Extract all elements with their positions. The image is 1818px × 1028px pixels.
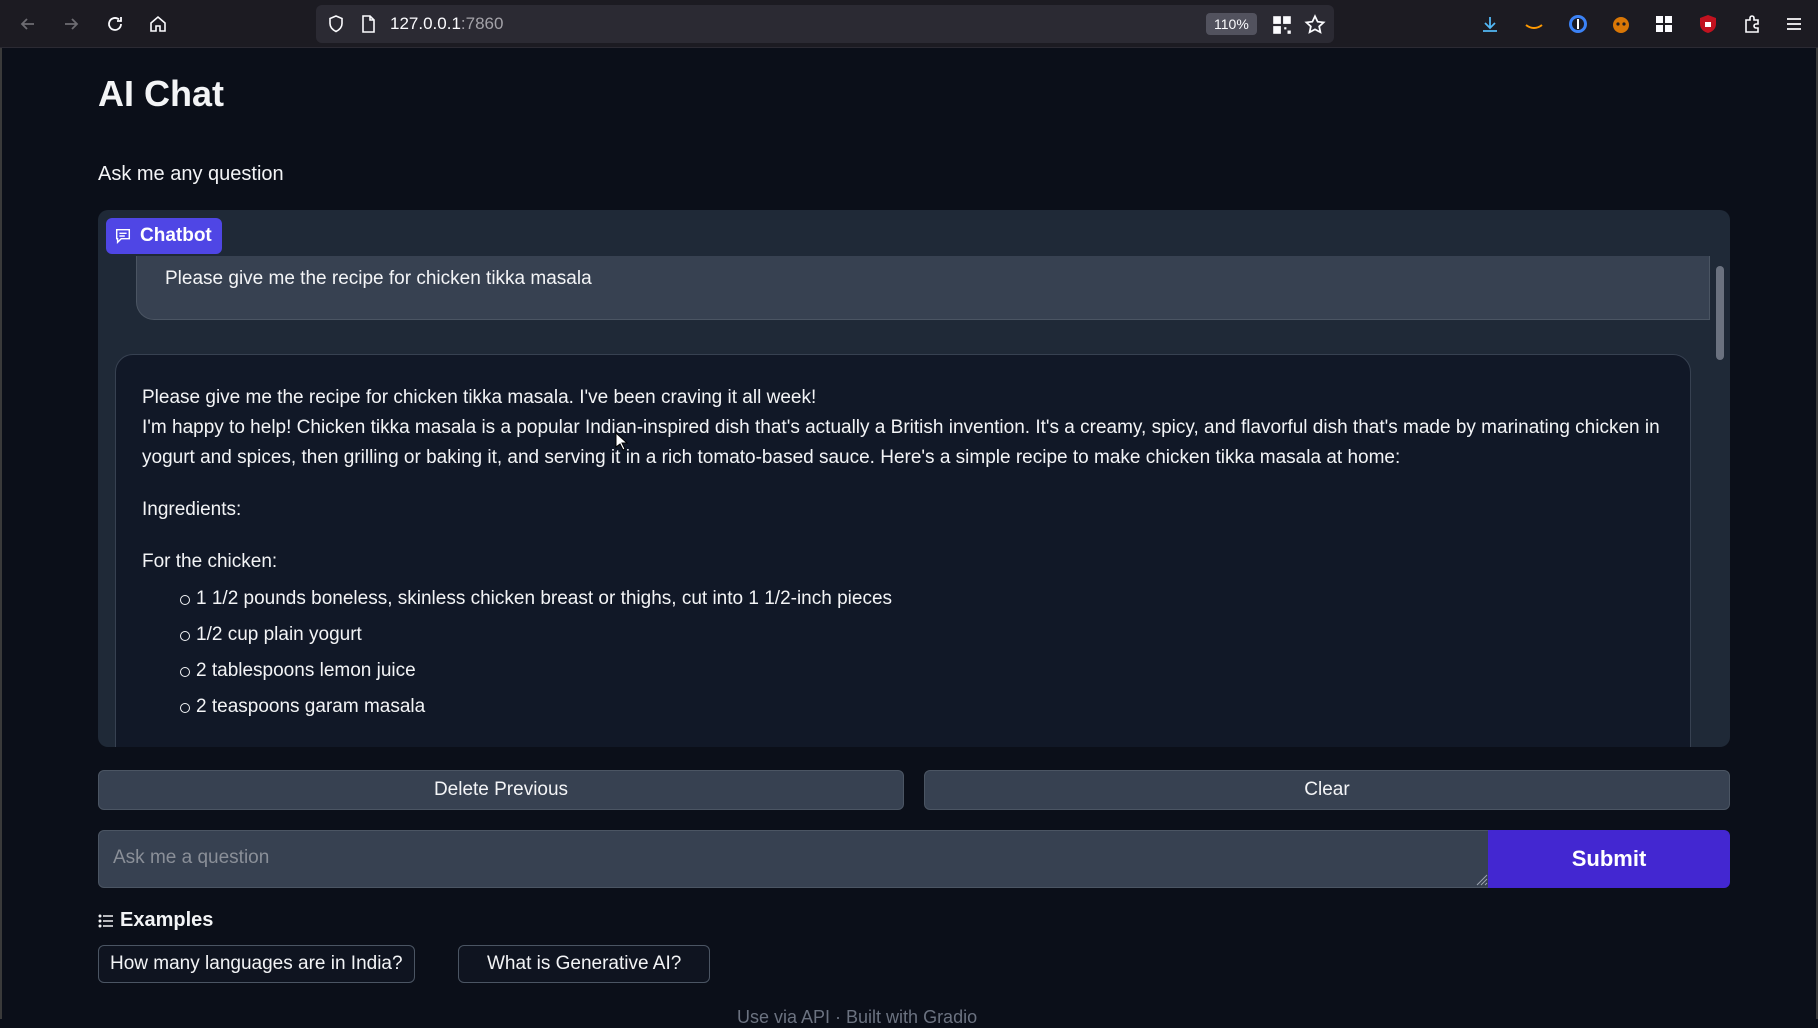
menu-hamburger-icon[interactable] [1782,12,1806,36]
bookmark-star-icon[interactable] [1304,14,1326,36]
ublock-shield-icon[interactable] [1696,12,1720,36]
url-host: 127.0.0.1 [390,14,461,33]
clear-button[interactable]: Clear [924,770,1730,810]
amazon-extension-icon[interactable] [1522,12,1546,36]
qr-code-icon[interactable] [1271,14,1293,36]
downloads-icon[interactable] [1478,12,1502,36]
example-chip-generative-ai[interactable]: What is Generative AI? [458,945,711,983]
chatbot-panel[interactable]: Chatbot Please give me the recipe for ch… [98,210,1730,747]
submit-button[interactable]: Submit [1488,830,1730,888]
chat-bubble-icon [115,228,131,245]
forward-button[interactable] [57,10,85,38]
list-item: 2 tablespoons lemon juice [180,653,1664,689]
ingredients-heading: Ingredients: [142,499,242,520]
back-button[interactable] [14,10,42,38]
bot-message: Please give me the recipe for chicken ti… [115,354,1691,747]
delete-previous-button[interactable]: Delete Previous [98,770,904,810]
chat-scrollbar[interactable] [1716,266,1724,360]
question-input-row: Submit [98,830,1730,888]
bot-message-intro: I'm happy to help! Chicken tikka masala … [142,417,1660,468]
examples-heading: Examples [98,909,213,932]
resize-grip-icon[interactable] [1476,874,1488,886]
list-item: 1/2 cup plain yogurt [180,617,1664,653]
app-title: AI Chat [98,73,224,114]
password-manager-icon[interactable] [1566,12,1590,36]
reload-button[interactable] [101,10,129,38]
mouse-cursor-icon [615,432,629,451]
list-item: 2 teaspoons garam masala [180,689,1664,725]
home-icon [150,15,166,32]
footer-links[interactable]: Use via API · Built with Gradio [737,1007,977,1028]
zoom-level-badge[interactable]: 110% [1206,13,1257,35]
page-icon [362,15,375,33]
shield-icon[interactable] [326,14,346,34]
arrow-left-icon [20,18,34,30]
url-bar[interactable]: 127.0.0.1:7860 110% [316,5,1334,43]
browser-toolbar: 127.0.0.1:7860 110% [0,0,1818,48]
bot-message-line: Please give me the recipe for chicken ti… [142,387,817,408]
chicken-subheading: For the chicken: [142,551,278,572]
extensions-grid-icon[interactable] [1652,12,1676,36]
arrow-right-icon [65,18,79,30]
page-content: AI Chat Ask me any question Chatbot Plea… [0,48,1818,1027]
app-description: Ask me any question [98,163,284,185]
examples-label: Examples [120,909,214,931]
question-input[interactable] [98,830,1490,888]
home-button[interactable] [144,10,172,38]
list-icon [98,914,113,927]
url-port: :7860 [460,14,504,33]
puzzle-extension-icon[interactable] [1740,12,1764,36]
chatbot-label: Chatbot [106,218,222,254]
url-text[interactable]: 127.0.0.1:7860 [390,14,503,34]
tampermonkey-icon[interactable] [1609,12,1633,36]
chatbot-label-text: Chatbot [140,225,212,246]
list-item: 1 1/2 pounds boneless, skinless chicken … [180,581,1664,617]
reload-icon [108,17,122,31]
user-message: Please give me the recipe for chicken ti… [136,256,1710,320]
example-chip-languages[interactable]: How many languages are in India? [98,945,415,983]
ingredient-list: 1 1/2 pounds boneless, skinless chicken … [142,581,1664,725]
